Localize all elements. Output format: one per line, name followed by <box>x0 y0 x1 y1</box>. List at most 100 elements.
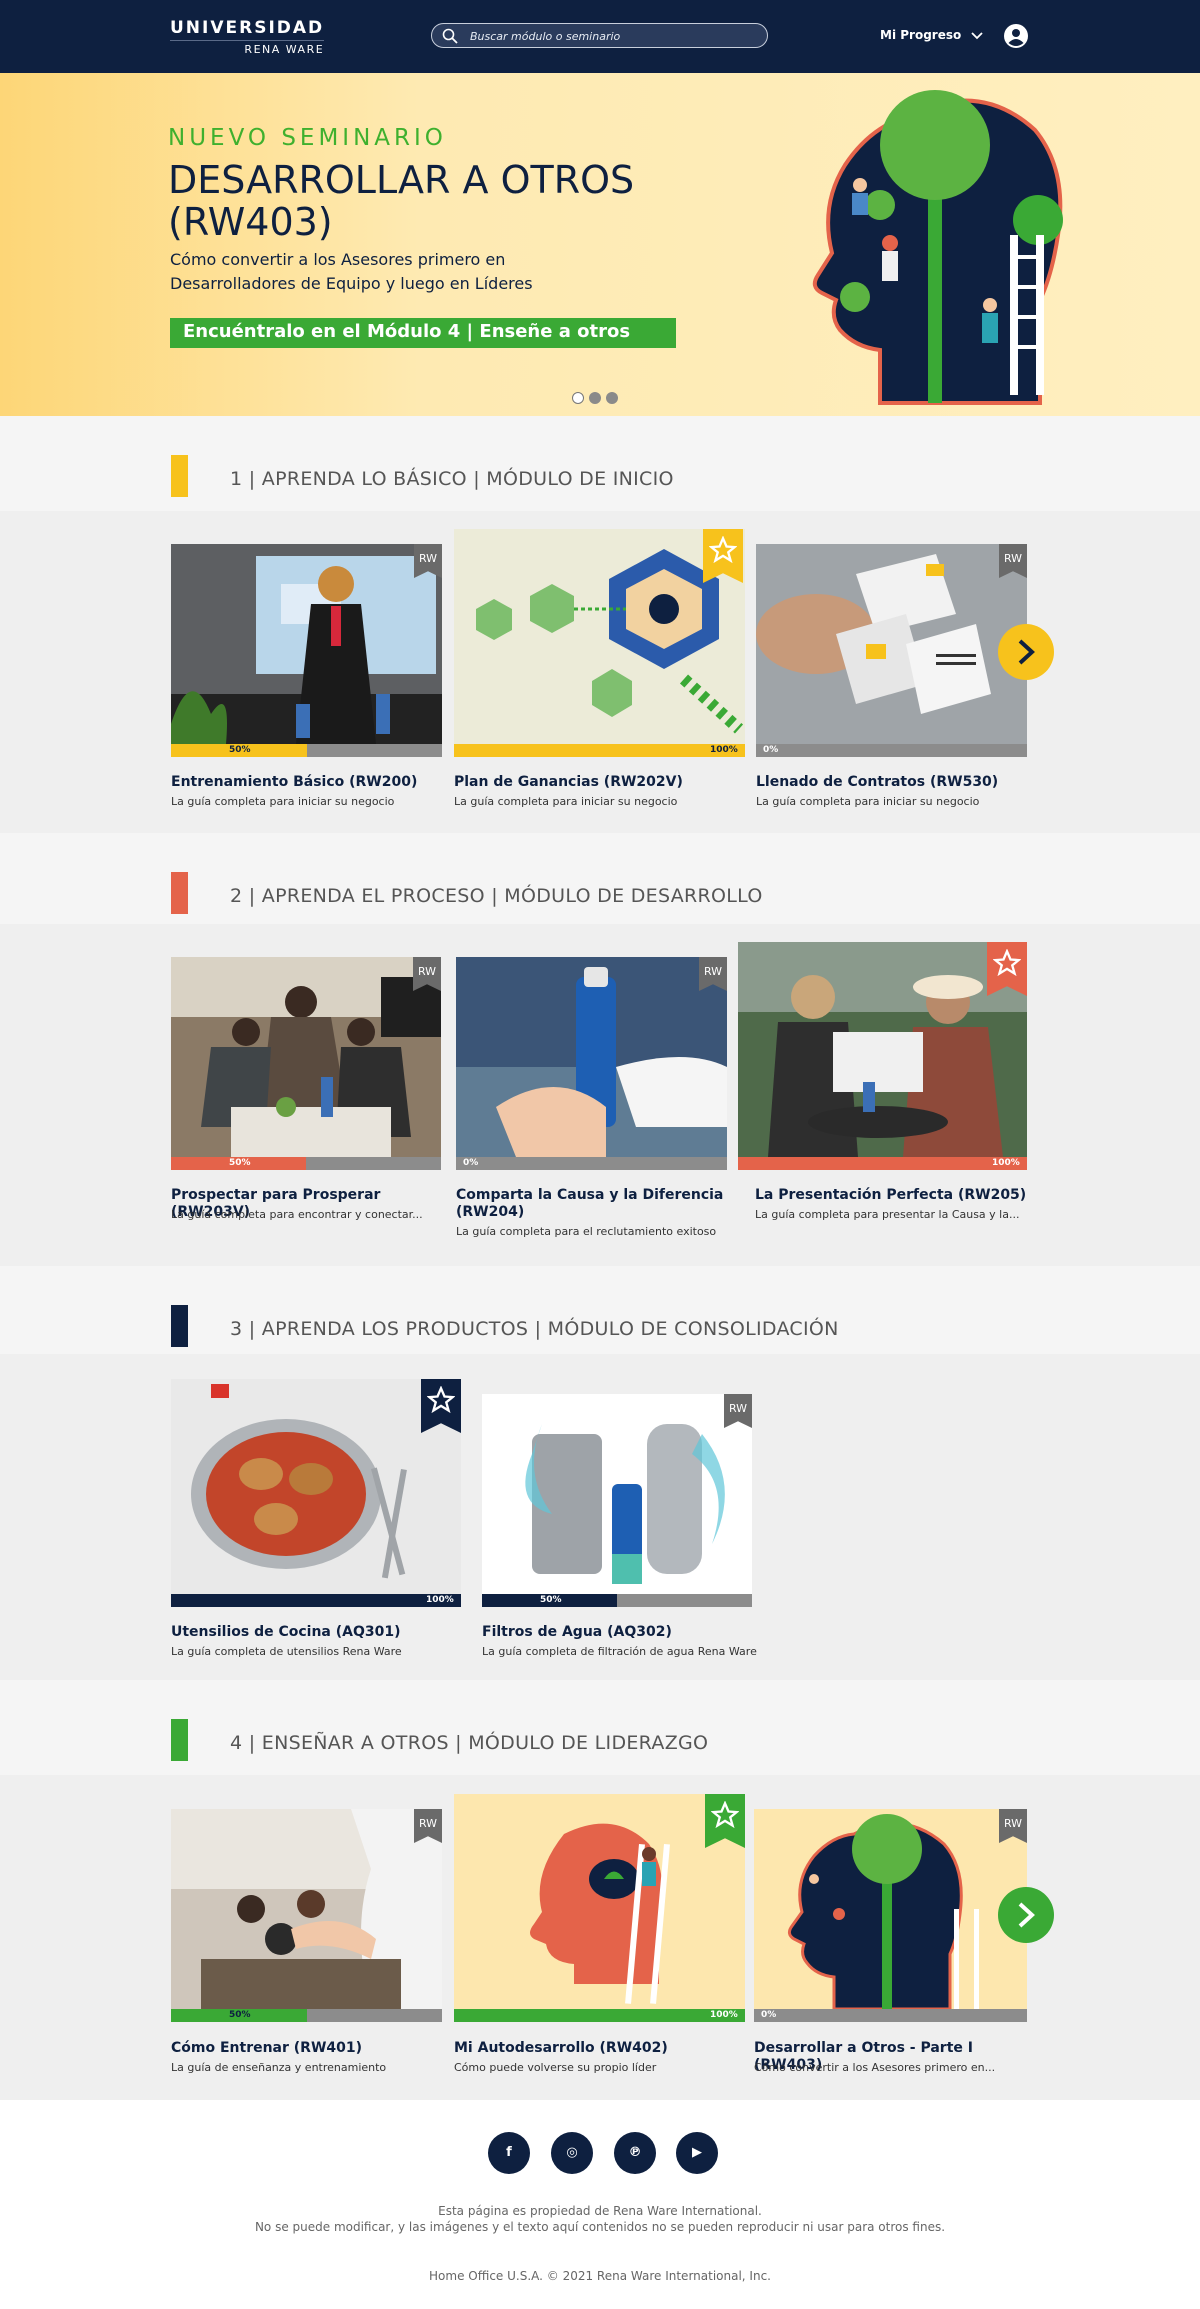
chevron-right-icon <box>1018 1902 1035 1928</box>
course-image <box>171 1809 442 2009</box>
section-4-body: RW 50% Cómo Entrenar (RW401) La guía de … <box>0 1775 1200 2100</box>
hero-tag: NUEVO SEMINARIO <box>168 125 447 151</box>
chevron-right-icon <box>1018 639 1035 665</box>
star-icon <box>427 1386 455 1414</box>
progress-bar: 100% <box>738 1157 1027 1170</box>
section-title: 4 | ENSEÑAR A OTROS | MÓDULO DE LIDERAZG… <box>230 1732 709 1754</box>
progress-bar: 0% <box>456 1157 727 1170</box>
progress-label: 50% <box>229 2010 251 2020</box>
reproduction-notice: No se puede modificar, y las imágenes y … <box>254 2220 946 2234</box>
progress-label: 0% <box>763 745 779 755</box>
progress-bar: 50% <box>482 1594 752 1607</box>
top-header: UNIVERSIDAD RENA WARE Mi Progreso <box>0 0 1200 73</box>
course-title: Plan de Ganancias (RW202V) <box>454 774 683 790</box>
section-4-header: 4 | ENSEÑAR A OTROS | MÓDULO DE LIDERAZG… <box>0 1680 1200 1775</box>
section-2-body: RW 50% Prospectar para Prosperar (RW203V… <box>0 924 1200 1266</box>
carousel-next-button[interactable] <box>998 1887 1054 1943</box>
hero-banner: NUEVO SEMINARIO DESARROLLAR A OTROS (RW4… <box>0 73 1200 416</box>
hero-illustration <box>812 90 1063 405</box>
hero-cta-button[interactable]: Encuéntralo en el Módulo 4 | Enseñe a ot… <box>170 318 676 348</box>
progress-label: 50% <box>229 1158 251 1168</box>
progress-label: 100% <box>710 2010 738 2020</box>
search-input[interactable] <box>470 27 760 45</box>
progress-bar: 50% <box>171 1157 441 1170</box>
progress-bar: 50% <box>171 744 442 757</box>
course-image <box>754 1809 1027 2009</box>
course-title: Llenado de Contratos (RW530) <box>756 774 999 790</box>
progress-bar: 50% <box>171 2009 442 2022</box>
course-subtitle: Cómo convertir a los Asesores primero en… <box>754 2061 996 2074</box>
progress-bar: 100% <box>454 744 745 757</box>
ownership-notice: Esta página es propiedad de Rena Ware In… <box>438 2204 762 2218</box>
copyright: Home Office U.S.A. © 2021 Rena Ware Inte… <box>429 2269 771 2283</box>
course-title: Mi Autodesarrollo (RW402) <box>454 2040 668 2056</box>
instagram-icon[interactable]: ◎ <box>551 2132 593 2174</box>
course-image <box>738 942 1027 1157</box>
section-3-header: 3 | APRENDA LOS PRODUCTOS | MÓDULO DE CO… <box>0 1266 1200 1361</box>
pinterest-icon[interactable]: ℗ <box>614 2132 656 2174</box>
carousel-dot-1[interactable] <box>572 392 584 404</box>
section-1-body: RW 50% Entrenamiento Básico (RW200) La g… <box>0 511 1200 833</box>
course-subtitle: La guía completa para el reclutamiento e… <box>456 1225 717 1238</box>
section-accent-bar <box>171 872 188 914</box>
search-icon <box>442 28 458 44</box>
section-accent-bar <box>171 1305 188 1347</box>
course-subtitle: La guía completa para iniciar su negocio <box>454 795 678 808</box>
user-account-icon[interactable] <box>1004 24 1028 48</box>
section-1-header: 1 | APRENDA LO BÁSICO | MÓDULO DE INICIO <box>0 416 1200 511</box>
progress-label: 50% <box>229 745 251 755</box>
course-image <box>482 1394 752 1594</box>
course-subtitle: Cómo puede volverse su propio líder <box>454 2061 657 2074</box>
course-subtitle: La guía de enseñanza y entrenamiento <box>171 2061 387 2074</box>
course-subtitle: La guía completa para presentar la Causa… <box>755 1208 1020 1221</box>
facebook-icon[interactable]: f <box>488 2132 530 2174</box>
course-title: Cómo Entrenar (RW401) <box>171 2040 363 2056</box>
progress-label: 0% <box>761 2010 777 2020</box>
logo-line-2: RENA WARE <box>170 40 325 56</box>
progress-bar: 100% <box>171 1594 461 1607</box>
course-subtitle: La guía completa de filtración de agua R… <box>482 1645 757 1658</box>
star-icon <box>711 1801 739 1829</box>
my-progress-label: Mi Progreso <box>880 28 962 42</box>
course-subtitle: La guía completa para iniciar su negocio <box>171 795 395 808</box>
course-image <box>756 544 1027 744</box>
hero-title: DESARROLLAR A OTROS (RW403) <box>168 158 635 244</box>
course-subtitle: La guía completa de utensilios Rena Ware <box>171 1645 402 1658</box>
section-accent-bar <box>171 1719 188 1761</box>
progress-bar: 100% <box>454 2009 745 2022</box>
carousel-dot-3[interactable] <box>606 392 618 404</box>
course-title: Entrenamiento Básico (RW200) <box>171 774 418 790</box>
progress-label: 100% <box>992 1158 1020 1168</box>
course-subtitle: La guía completa para encontrar y conect… <box>171 1208 423 1221</box>
footer: f ◎ ℗ ▶ Esta página es propiedad de Rena… <box>0 2100 1200 2309</box>
course-image <box>171 544 442 744</box>
progress-label: 0% <box>463 1158 479 1168</box>
section-title: 3 | APRENDA LOS PRODUCTOS | MÓDULO DE CO… <box>230 1318 839 1340</box>
section-accent-bar <box>171 455 188 497</box>
course-image <box>456 957 727 1157</box>
star-icon <box>993 949 1021 977</box>
logo-line-1: UNIVERSIDAD <box>170 18 325 38</box>
carousel-dot-2[interactable] <box>589 392 601 404</box>
course-image <box>454 1794 745 2009</box>
course-image <box>171 1379 461 1594</box>
search-box[interactable] <box>431 23 768 48</box>
course-title: Filtros de Agua (AQ302) <box>482 1624 672 1640</box>
hero-carousel-dots <box>572 389 623 408</box>
section-3-body: 100% Utensilios de Cocina (AQ301) La guí… <box>0 1354 1200 1680</box>
course-title: Utensilios de Cocina (AQ301) <box>171 1624 401 1640</box>
carousel-next-button[interactable] <box>998 624 1054 680</box>
youtube-icon[interactable]: ▶ <box>676 2132 718 2174</box>
chevron-down-icon <box>971 31 984 39</box>
my-progress-menu[interactable]: Mi Progreso <box>880 28 984 42</box>
section-title: 1 | APRENDA LO BÁSICO | MÓDULO DE INICIO <box>230 468 674 490</box>
hero-description: Cómo convertir a los Asesores primero en… <box>170 250 533 293</box>
university-logo[interactable]: UNIVERSIDAD RENA WARE <box>170 18 325 56</box>
course-image <box>454 529 745 744</box>
progress-label: 50% <box>540 1595 562 1605</box>
course-image <box>171 957 441 1157</box>
section-2-header: 2 | APRENDA EL PROCESO | MÓDULO DE DESAR… <box>0 833 1200 928</box>
star-icon <box>709 536 737 564</box>
progress-bar: 0% <box>754 2009 1027 2022</box>
course-subtitle: La guía completa para iniciar su negocio <box>756 795 980 808</box>
